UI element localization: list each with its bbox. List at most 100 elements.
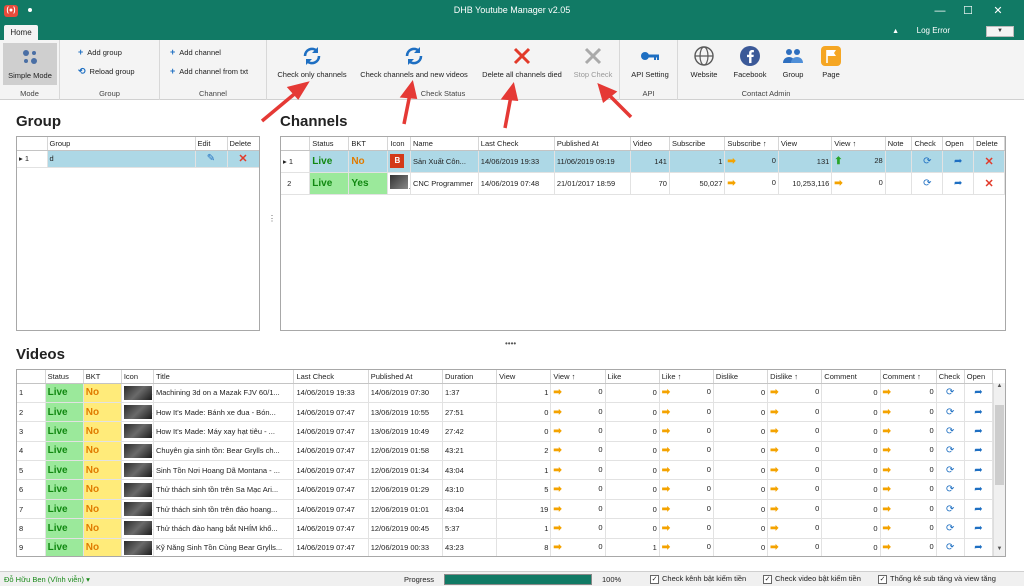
channel-name-cell[interactable]: CNC Programmer <box>410 172 479 195</box>
channel-name-cell[interactable]: Sản Xuất Côn... <box>410 150 479 173</box>
video-title-cell[interactable]: Thử thách sinh tồn trên Sa Mạc Ari... <box>153 479 295 500</box>
check-refresh-icon[interactable]: ⟳ <box>936 402 965 423</box>
group-name-cell[interactable]: d <box>47 150 196 168</box>
column-header[interactable]: Last Check <box>293 370 369 384</box>
check-refresh-icon[interactable]: ⟳ <box>936 421 965 442</box>
scrollbar-thumb[interactable] <box>995 405 1004 485</box>
column-header[interactable]: View <box>496 370 552 384</box>
column-header[interactable]: Like <box>605 370 660 384</box>
column-header[interactable]: Video <box>630 137 670 151</box>
column-header[interactable]: BKT <box>348 137 389 151</box>
video-title-cell[interactable]: How It's Made: Máy xay hạt tiêu - ... <box>153 421 295 442</box>
open-share-icon[interactable]: ➦ <box>964 402 994 423</box>
open-share-icon[interactable]: ➦ <box>942 150 975 173</box>
column-header[interactable]: Status <box>45 370 84 384</box>
scroll-down-icon[interactable]: ▼ <box>994 546 1005 556</box>
videos-scrollbar[interactable]: ▲ ▼ <box>993 383 1005 556</box>
column-header[interactable]: Edit <box>195 137 228 151</box>
video-title-cell[interactable]: How It's Made: Bánh xe đua - Bón... <box>153 402 295 423</box>
column-header[interactable]: Like ↑ <box>659 370 714 384</box>
video-title-cell[interactable]: Chuyên gia sinh tồn: Bear Grylls ch... <box>153 441 295 462</box>
column-header[interactable] <box>281 137 311 151</box>
column-header[interactable]: Title <box>153 370 295 384</box>
column-header[interactable]: View ↑ <box>550 370 606 384</box>
open-share-icon[interactable]: ➦ <box>964 479 994 500</box>
column-header[interactable] <box>17 137 48 151</box>
check-refresh-icon[interactable]: ⟳ <box>936 538 965 556</box>
stats-sub-view-checkbox[interactable]: ✓ Thống kê sub tăng và view tăng <box>878 574 996 584</box>
column-header[interactable]: Subscribe ↑ <box>724 137 779 151</box>
user-license-label[interactable]: Đỗ Hữu Ben (Vĩnh viễn) ▾ <box>4 575 90 584</box>
scroll-up-icon[interactable]: ▲ <box>994 383 1005 393</box>
table-row[interactable]: 8 Live No Thử thách đào hang bắt NHÍM khổ..… <box>17 518 994 539</box>
column-header[interactable]: Check <box>911 137 944 151</box>
video-title-cell[interactable]: Machining 3d on a Mazak FJV 60/1... <box>153 383 295 403</box>
column-header[interactable]: Dislike <box>713 370 769 384</box>
delete-icon[interactable]: ✕ <box>227 150 259 168</box>
column-header[interactable]: Published At <box>554 137 631 151</box>
open-share-icon[interactable]: ➦ <box>964 421 994 442</box>
column-header[interactable]: Name <box>410 137 479 151</box>
column-header[interactable]: Subscribe <box>669 137 726 151</box>
column-header[interactable]: Comment ↑ <box>880 370 937 384</box>
table-row[interactable]: ▸ 1 Live No B Sản Xuất Côn... 14/06/2019… <box>281 150 1005 173</box>
horizontal-splitter[interactable]: •••• <box>505 339 516 348</box>
check-channel-monetized-checkbox[interactable]: ✓ Check kênh bật kiếm tiền <box>650 574 746 584</box>
column-header[interactable]: Status <box>309 137 350 151</box>
open-share-icon[interactable]: ➦ <box>964 538 994 556</box>
check-refresh-icon[interactable]: ⟳ <box>911 150 944 173</box>
video-title-cell[interactable]: Thử thách đào hang bắt NHÍM khổ... <box>153 518 295 539</box>
note-cell[interactable] <box>885 150 913 173</box>
table-row[interactable]: 7 Live No Thử thách sinh tồn trên đảo hoang… <box>17 499 994 520</box>
table-row[interactable]: 2 Live No How It's Made: Bánh xe đua - Bón.… <box>17 402 994 423</box>
vertical-splitter[interactable]: ⋮ <box>268 214 276 223</box>
column-header[interactable]: Icon <box>121 370 154 384</box>
table-row[interactable]: 2 Live Yes CNC Programmer 14/06/2019 07:… <box>281 172 1005 195</box>
table-row[interactable]: 3 Live No How It's Made: Máy xay hạt tiêu -… <box>17 421 994 442</box>
check-refresh-icon[interactable]: ⟳ <box>936 383 965 403</box>
table-row[interactable]: 9 Live No Kỹ Năng Sinh Tồn Cùng Bear Grylls… <box>17 538 994 556</box>
video-title-cell[interactable]: Kỹ Năng Sinh Tồn Cùng Bear Grylls... <box>153 538 295 556</box>
column-header[interactable]: Comment <box>821 370 881 384</box>
check-video-monetized-checkbox[interactable]: ✓ Check video bật kiếm tiền <box>763 574 861 584</box>
open-share-icon[interactable]: ➦ <box>964 499 994 520</box>
video-title-cell[interactable]: Thử thách sinh tồn trên đảo hoang... <box>153 499 295 520</box>
note-cell[interactable] <box>885 172 913 195</box>
table-row[interactable]: ▸ 1 d ✎ ✕ <box>17 150 259 168</box>
table-row[interactable]: 4 Live No Chuyên gia sinh tồn: Bear Grylls … <box>17 441 994 462</box>
column-header[interactable]: Dislike ↑ <box>767 370 823 384</box>
open-share-icon[interactable]: ➦ <box>964 383 994 403</box>
edit-icon[interactable]: ✎ <box>195 150 228 168</box>
check-refresh-icon[interactable]: ⟳ <box>936 499 965 520</box>
column-header[interactable]: Check <box>936 370 965 384</box>
column-header[interactable]: Group <box>47 137 196 151</box>
check-refresh-icon[interactable]: ⟳ <box>936 479 965 500</box>
column-header[interactable]: Duration <box>442 370 498 384</box>
table-row[interactable]: 1 Live No Machining 3d on a Mazak FJV 60/1.… <box>17 383 994 403</box>
column-header[interactable]: Open <box>942 137 975 151</box>
column-header[interactable]: View ↑ <box>831 137 886 151</box>
column-header[interactable]: Icon <box>387 137 411 151</box>
column-header[interactable]: Open <box>964 370 994 384</box>
column-header[interactable]: Delete <box>227 137 259 151</box>
check-refresh-icon[interactable]: ⟳ <box>936 518 965 539</box>
column-header[interactable]: BKT <box>83 370 122 384</box>
column-header[interactable] <box>17 370 46 384</box>
table-row[interactable]: 6 Live No Thử thách sinh tồn trên Sa Mạc Ar… <box>17 479 994 500</box>
check-refresh-icon[interactable]: ⟳ <box>936 460 965 481</box>
open-share-icon[interactable]: ➦ <box>964 441 994 462</box>
column-header[interactable]: View <box>778 137 833 151</box>
column-header[interactable]: Published At <box>368 370 443 384</box>
open-share-icon[interactable]: ➦ <box>964 518 994 539</box>
check-refresh-icon[interactable]: ⟳ <box>911 172 944 195</box>
table-row[interactable]: 5 Live No Sinh Tồn Nơi Hoang Dã Montana - .… <box>17 460 994 481</box>
delete-icon[interactable]: ✕ <box>973 172 1005 195</box>
check-refresh-icon[interactable]: ⟳ <box>936 441 965 462</box>
open-share-icon[interactable]: ➦ <box>964 460 994 481</box>
column-header[interactable]: Note <box>885 137 913 151</box>
delete-icon[interactable]: ✕ <box>973 150 1005 173</box>
column-header[interactable]: Delete <box>973 137 1005 151</box>
column-header[interactable]: Last Check <box>478 137 555 151</box>
video-title-cell[interactable]: Sinh Tồn Nơi Hoang Dã Montana - ... <box>153 460 295 481</box>
open-share-icon[interactable]: ➦ <box>942 172 975 195</box>
